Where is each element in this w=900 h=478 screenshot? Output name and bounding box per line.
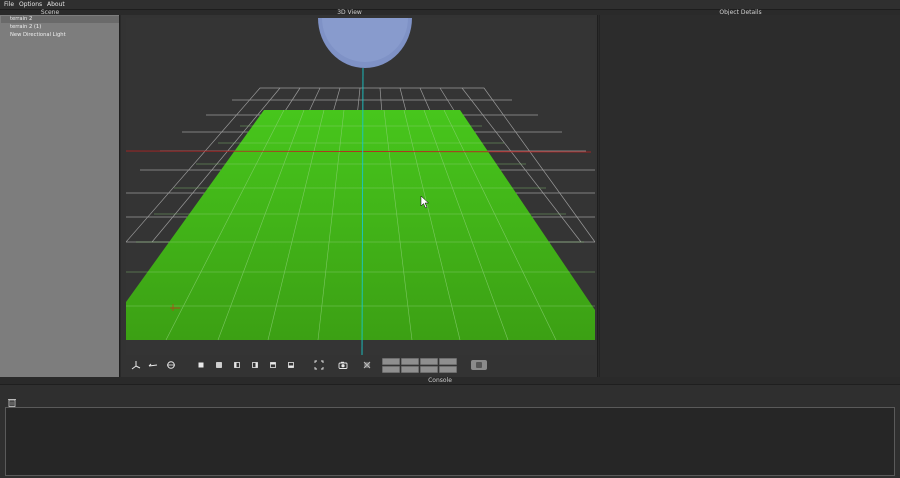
layout-button-6[interactable] [401,366,419,373]
rotate-icon[interactable] [148,360,158,370]
layout-button-3[interactable] [420,358,438,365]
menu-options[interactable]: Options [19,1,42,9]
console-output[interactable] [5,407,895,476]
layout-button-2[interactable] [401,358,419,365]
layout-button-8[interactable] [439,366,457,373]
scene-hierarchy-panel: terrain 2 terrain 2 (1) New Directional … [0,15,120,377]
scene-item-terrain-2[interactable]: terrain 2 [1,16,119,23]
object-details-panel [599,15,900,377]
scene-item-directional-light[interactable]: New Directional Light [10,32,66,39]
camera-icon[interactable] [338,360,348,370]
move-axes-icon[interactable] [131,360,141,370]
camera-preview-button[interactable] [471,360,487,370]
view-back-icon[interactable] [214,360,224,370]
view-toolbar [126,357,595,375]
scene-render [126,18,595,355]
layout-button-4[interactable] [439,358,457,365]
layout-button-5[interactable] [382,366,400,373]
grid-toggle-icon[interactable] [362,360,372,370]
view-right-icon[interactable] [250,360,260,370]
view-bottom-icon[interactable] [286,360,296,370]
fullscreen-icon[interactable] [314,360,324,370]
console-panel [0,384,900,478]
scale-icon[interactable] [166,360,176,370]
menu-about[interactable]: About [47,1,65,9]
view-front-icon[interactable] [196,360,206,370]
view-left-icon[interactable] [232,360,242,370]
trash-icon[interactable] [8,392,16,407]
viewport-layout-selector [382,358,458,374]
scene-item-terrain-2-1[interactable]: terrain 2 (1) [10,24,41,31]
layout-button-7[interactable] [420,366,438,373]
menu-file[interactable]: File [4,1,14,9]
view-top-icon[interactable] [268,360,278,370]
view-panel [121,15,598,377]
3d-viewport[interactable] [126,18,595,355]
layout-button-1[interactable] [382,358,400,365]
